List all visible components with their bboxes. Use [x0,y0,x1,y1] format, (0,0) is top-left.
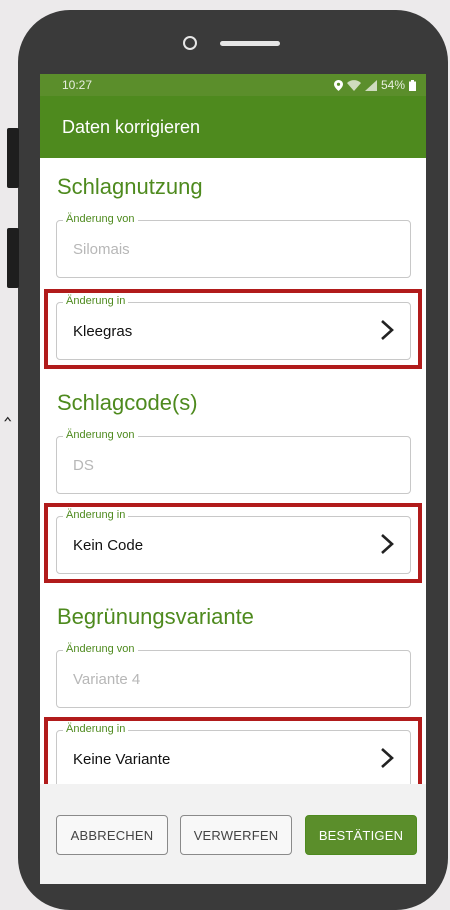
wifi-icon [346,79,361,91]
field-label: Änderung von [63,213,138,225]
volume-button [7,128,19,188]
camera-icon [183,36,197,50]
field-label: Änderung von [63,643,138,655]
action-bar: ABBRECHEN VERWERFEN BESTÄTIGEN [40,784,426,884]
section-title-begruenungsvariante: Begrünungsvariante [57,604,254,629]
status-time: 10:27 [62,78,93,92]
from-field-begruenungsvariante: Änderung von Variante 4 [56,643,411,708]
field-value: Variante 4 [73,671,141,688]
app-bar: Daten korrigieren [40,96,426,158]
status-bar: 10:27 54% [40,74,426,96]
field-value: DS [73,457,94,474]
location-icon [333,79,343,91]
phone-screen: 10:27 54% Daten korrigieren Schlagnutzun… [40,74,426,884]
from-field-schlagcode: Änderung von DS [56,429,411,494]
highlight-box [44,289,422,369]
signal-icon [364,79,377,91]
highlight-box [44,503,422,583]
section-title-schlagcode: Schlagcode(s) [57,390,198,415]
speaker-grille [220,41,280,46]
confirm-button[interactable]: BESTÄTIGEN [305,815,417,855]
power-button [7,228,19,288]
status-icons: 54% [333,78,416,92]
field-label: Änderung von [63,429,138,441]
section-title-schlagnutzung: Schlagnutzung [57,174,203,199]
battery-percent: 54% [380,78,405,92]
battery-icon [409,79,416,91]
field-value: Silomais [73,241,130,258]
cancel-button[interactable]: ABBRECHEN [56,815,168,855]
page-title: Daten korrigieren [62,116,201,137]
discard-button[interactable]: VERWERFEN [180,815,292,855]
from-field-schlagnutzung: Änderung von Silomais [56,213,411,278]
cursor-icon: ‸ [4,396,12,421]
